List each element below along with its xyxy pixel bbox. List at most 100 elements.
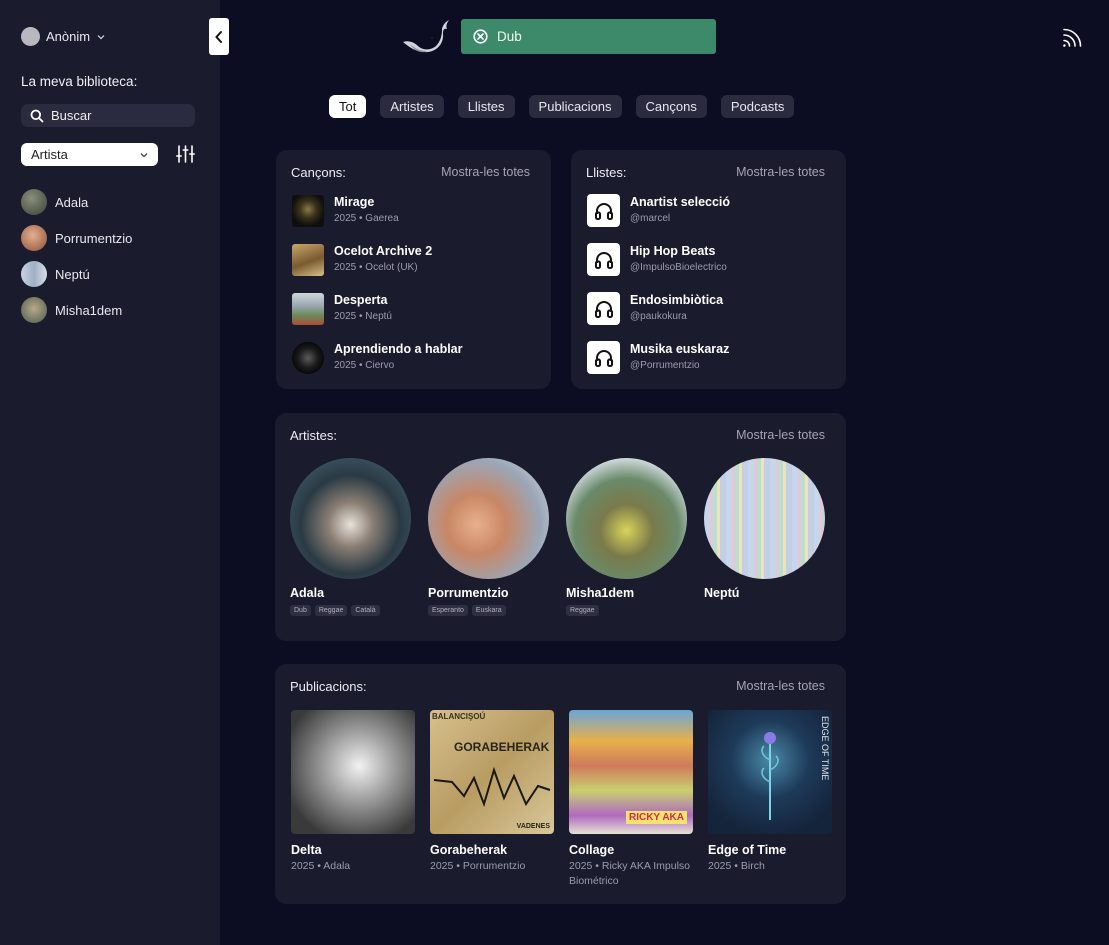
publication-subtitle: 2025 • Porrumentzio (430, 860, 526, 872)
publications-show-all-link[interactable]: Mostra-les totes (736, 679, 825, 693)
clear-search-icon[interactable] (473, 29, 488, 44)
library-artist-name: Porrumentzio (55, 230, 133, 246)
publications-card: Publicacions: Mostra-les totes Delta 202… (275, 664, 846, 904)
publication-cover: RICKY AKA (569, 710, 693, 834)
whale-logo-icon (403, 20, 449, 53)
playlist-owner: @Porrumentzio (630, 360, 700, 371)
genre-tag: Dub (290, 605, 311, 616)
filter-select[interactable]: Artista (21, 143, 158, 166)
avatar (21, 189, 47, 215)
artist-card[interactable]: Adala Dub Reggae Català (290, 458, 412, 616)
sidebar: Anònim La meva biblioteca: Buscar Artist… (0, 0, 220, 945)
playlist-owner: @ImpulsoBioelectrico (630, 262, 727, 273)
songs-show-all-link[interactable]: Mostra-les totes (441, 165, 530, 179)
headphones-icon (587, 292, 620, 325)
artist-name: Adala (290, 586, 325, 600)
song-item[interactable]: Ocelot Archive 2 2025 • Ocelot (UK) (292, 243, 463, 276)
publication-card[interactable]: EDGE OF TIME Edge of Time 2025 • Birch (708, 710, 832, 889)
user-menu[interactable]: Anònim (21, 27, 106, 46)
tab-playlists[interactable]: Llistes (457, 95, 515, 118)
genre-tag: Euskara (471, 605, 506, 616)
playlists-show-all-link[interactable]: Mostra-les totes (736, 165, 825, 179)
artist-card[interactable]: Porrumentzio Esperanto Euskara (428, 458, 550, 616)
cover-text: RICKY AKA (625, 811, 687, 824)
search-label: Buscar (51, 108, 92, 123)
library-title: La meva biblioteca: (21, 74, 138, 89)
library-artist-name: Misha1dem (55, 302, 123, 318)
artist-card[interactable]: Neptú (704, 458, 826, 616)
cast-icon[interactable] (1063, 27, 1083, 47)
song-cover (292, 243, 324, 276)
tab-all[interactable]: Tot (329, 95, 367, 118)
artist-photo (704, 458, 825, 579)
chevron-down-icon (140, 152, 148, 157)
cover-plant-art (761, 732, 779, 820)
artists-card: Artistes: Mostra-les totes Adala Dub Reg… (275, 413, 846, 641)
playlist-item[interactable]: Anartist selecció @marcel (587, 194, 730, 227)
songs-card: Cançons: Mostra-les totes Mirage 2025 • G… (276, 150, 551, 389)
user-name: Anònim (46, 29, 91, 44)
search-chip[interactable]: Dub (461, 19, 716, 54)
playlist-owner: @paukokura (630, 311, 687, 322)
playlist-item[interactable]: Endosimbiòtica @paukokura (587, 292, 730, 325)
chevron-down-icon (97, 34, 105, 39)
playlist-title: Hip Hop Beats (630, 244, 716, 258)
filter-value: Artista (31, 147, 68, 162)
avatar (21, 27, 40, 46)
library-artist-item[interactable]: Adala (21, 189, 132, 215)
sliders-icon[interactable] (176, 145, 195, 163)
publication-card[interactable]: BALANCIŞOÚ GORABEHERAK VADENES Gorabeher… (430, 710, 554, 889)
headphones-icon (587, 341, 620, 374)
publication-title: Collage (569, 843, 615, 857)
library-artist-name: Neptú (55, 266, 90, 282)
song-subtitle: 2025 • Gaerea (334, 213, 399, 224)
song-item[interactable]: Aprendiendo a hablar 2025 • Ciervo (292, 341, 463, 374)
library-artist-list: Adala Porrumentzio Neptú Misha1dem (21, 189, 132, 333)
cover-text: EDGE OF TIME (820, 716, 830, 781)
song-item[interactable]: Desperta 2025 • Neptú (292, 292, 463, 325)
artist-photo (290, 458, 411, 579)
publication-title: Edge of Time (708, 843, 787, 857)
song-title: Mirage (334, 195, 375, 209)
publication-card[interactable]: RICKY AKA Collage 2025 • Ricky AKA Impul… (569, 710, 693, 889)
artist-name: Misha1dem (566, 586, 635, 600)
playlist-item[interactable]: Hip Hop Beats @ImpulsoBioelectrico (587, 243, 730, 276)
library-search-input[interactable]: Buscar (21, 104, 195, 127)
tab-songs[interactable]: Cançons (635, 95, 707, 118)
publication-cover (291, 710, 415, 834)
song-cover (292, 341, 324, 374)
artist-card[interactable]: Misha1dem Reggae (566, 458, 688, 616)
publication-subtitle: 2025 • Ricky AKA Impulso Biométrico (569, 860, 690, 887)
publication-subtitle: 2025 • Adala (291, 860, 351, 872)
publication-title: Delta (291, 843, 322, 857)
library-artist-name: Adala (55, 194, 89, 210)
headphones-icon (587, 243, 620, 276)
genre-tag: Català (351, 605, 380, 616)
tab-artists[interactable]: Artistes (380, 95, 444, 118)
tab-publications[interactable]: Publicacions (528, 95, 622, 118)
chevron-left-icon (215, 30, 222, 43)
publications-title: Publicacions: (290, 679, 367, 694)
playlist-item[interactable]: Musika euskaraz @Porrumentzio (587, 341, 730, 374)
tab-podcasts[interactable]: Podcasts (720, 95, 795, 118)
artists-show-all-link[interactable]: Mostra-les totes (736, 428, 825, 442)
avatar (21, 225, 47, 251)
library-artist-item[interactable]: Misha1dem (21, 297, 132, 323)
song-item[interactable]: Mirage 2025 • Gaerea (292, 194, 463, 227)
artist-name: Porrumentzio (428, 586, 509, 600)
publication-card[interactable]: Delta 2025 • Adala (291, 710, 415, 889)
playlist-title: Musika euskaraz (630, 342, 730, 356)
genre-tag: Reggae (566, 605, 599, 616)
song-title: Desperta (334, 293, 388, 307)
publication-subtitle: 2025 • Birch (708, 860, 765, 872)
collapse-sidebar-button[interactable] (209, 18, 229, 55)
song-title: Ocelot Archive 2 (334, 244, 433, 258)
publication-title: Gorabeherak (430, 843, 508, 857)
song-cover (292, 292, 324, 325)
headphones-icon (587, 194, 620, 227)
library-artist-item[interactable]: Porrumentzio (21, 225, 132, 251)
playlist-owner: @marcel (630, 213, 671, 224)
playlists-card: Llistes: Mostra-les totes Anartist selec… (571, 150, 846, 389)
publication-cover: BALANCIŞOÚ GORABEHERAK VADENES (430, 710, 554, 834)
library-artist-item[interactable]: Neptú (21, 261, 132, 287)
